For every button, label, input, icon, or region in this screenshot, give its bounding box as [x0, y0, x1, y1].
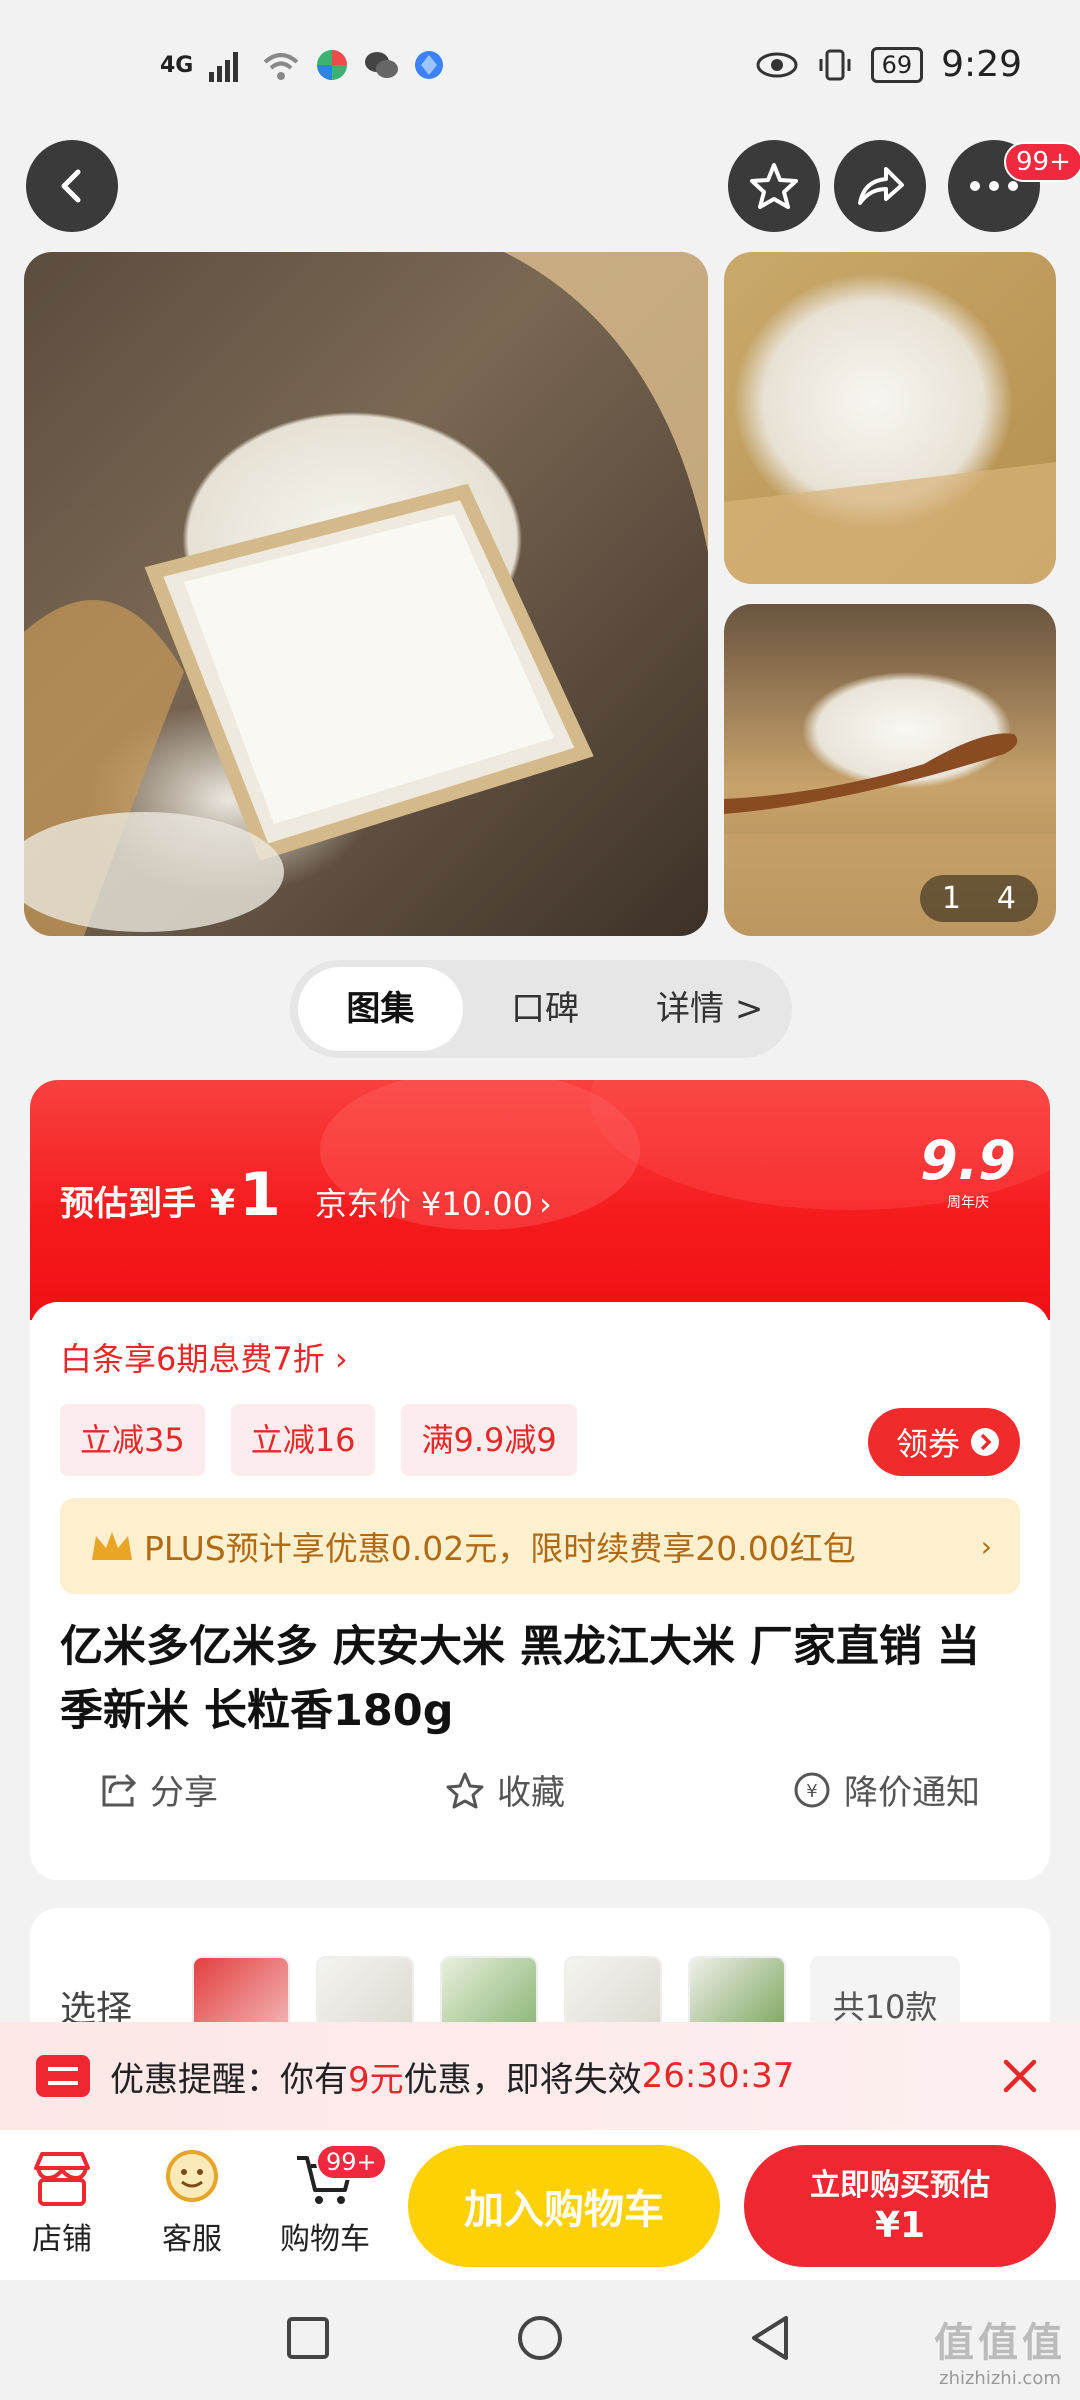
discount-chip[interactable]: 立减35: [60, 1404, 205, 1476]
estimated-price-value: 1: [239, 1160, 281, 1230]
price-alert-action[interactable]: ¥ 降价通知: [752, 1765, 1020, 1814]
battery-indicator: 69: [870, 46, 924, 83]
main-product-image[interactable]: [24, 252, 708, 936]
store-icon: [34, 2152, 90, 2206]
currency-symbol: ¥: [210, 1183, 236, 1224]
collect-label: 收藏: [497, 1773, 565, 1813]
product-actions: 分享 收藏 ¥ 降价通知: [60, 1765, 1020, 1814]
buy-now-button[interactable]: 立即购买预估 ¥1: [744, 2145, 1056, 2267]
cart-label: 购物车: [280, 2222, 370, 2257]
app-notification-icon: [317, 50, 348, 80]
plus-member-bar[interactable]: PLUS预计享优惠0.02元，限时续费享20.00红包 ›: [60, 1498, 1020, 1594]
watermark-logo: 值值值: [934, 2320, 1066, 2366]
wifi-icon: [264, 53, 299, 80]
share-button[interactable]: [834, 140, 926, 232]
collect-action[interactable]: 收藏: [405, 1765, 605, 1814]
estimated-price-label: 预估到手: [60, 1184, 196, 1224]
chevron-left-icon: [61, 169, 81, 203]
system-nav-bar: 值值值 zhizhizhi.com: [0, 2280, 1080, 2400]
close-icon[interactable]: [1002, 2058, 1038, 2094]
svg-text:¥: ¥: [806, 1781, 817, 1802]
plus-arrow: ›: [980, 1529, 992, 1563]
discount-chip[interactable]: 立减16: [230, 1404, 376, 1476]
home-icon[interactable]: [516, 2314, 564, 2362]
share-square-icon: [102, 1773, 137, 1806]
status-left-icons: 4G: [160, 48, 445, 82]
chevron-right-circle-icon: [971, 1428, 999, 1456]
watermark-text: zhizhizhi.com: [939, 2368, 1061, 2389]
reminder-amount: 9元: [348, 2059, 404, 2100]
product-thumbnail-2[interactable]: 1 4: [724, 604, 1056, 936]
share-icon: [858, 167, 904, 205]
rice-closeup-illustration: [724, 462, 1056, 584]
cart-badge: 99+: [316, 2144, 387, 2180]
back-button[interactable]: [26, 140, 118, 232]
buy-now-label: 立即购买预估: [810, 2168, 990, 2203]
more-dots-icon: [970, 181, 1018, 191]
wechat-icon: [365, 52, 399, 78]
service-icon: [166, 2150, 218, 2202]
store-button[interactable]: 店铺: [30, 2148, 94, 2258]
star-icon: [750, 163, 798, 209]
browser-icon: [415, 51, 444, 79]
signal-bars-icon: [209, 52, 239, 82]
reminder-countdown: 26:30:37: [641, 2056, 795, 2096]
reminder-suffix: 优惠，即将失效: [403, 2059, 642, 2100]
jd-price[interactable]: 京东价 ¥10.00: [315, 1179, 533, 1225]
signal-icon: 4G: [160, 52, 194, 78]
product-thumbnail-1[interactable]: [724, 252, 1056, 584]
add-to-cart-button[interactable]: 加入购物车: [408, 2145, 720, 2267]
price-alert-label: 降价通知: [844, 1773, 980, 1813]
back-nav-icon[interactable]: [748, 2314, 792, 2362]
discount-chips: 立减35 立减16 满9.9减9: [60, 1404, 577, 1476]
status-right-icons: 69 9:29: [755, 44, 1022, 85]
product-title: 亿米多亿米多 庆安大米 黑龙江大米 厂家直销 当季新米 长粒香180g: [60, 1622, 980, 1736]
tab-details[interactable]: 详情 >: [627, 967, 792, 1051]
eye-icon: [756, 52, 798, 77]
rice-tray-illustration: [24, 252, 708, 936]
get-coupon-label: 领券: [895, 1425, 960, 1463]
discount-chip[interactable]: 满9.9减9: [401, 1404, 577, 1476]
recent-apps-icon[interactable]: [286, 2316, 330, 2360]
customer-service-button[interactable]: 客服: [160, 2148, 224, 2258]
price-card: 预估到手 ¥ 1 京东价 ¥10.00 › 9.9 周年庆 白条享6期息费7折 …: [30, 1080, 1050, 1880]
coupon-icon: [36, 2055, 90, 2097]
store-label: 店铺: [32, 2222, 92, 2257]
media-tabs: 图集 口碑 详情 >: [290, 960, 792, 1058]
image-counter: 1 4: [919, 875, 1038, 922]
crown-icon: [92, 1532, 132, 1560]
tab-gallery[interactable]: 图集: [298, 967, 463, 1051]
tab-reviews[interactable]: 口碑: [463, 967, 628, 1051]
promo-logo: 9.9 周年庆: [908, 1130, 1028, 1220]
get-coupon-button[interactable]: 领券: [867, 1408, 1020, 1476]
watermark: 值值值 zhizhizhi.com: [934, 2310, 1066, 2389]
image-counter-total: 4: [996, 881, 1016, 916]
status-bar: 4G 69 9:29: [0, 0, 1080, 136]
reminder-prefix: 优惠提醒：你有: [110, 2059, 348, 2100]
more-badge: 99+: [1004, 142, 1080, 182]
favorite-button[interactable]: [728, 140, 820, 232]
customer-service-label: 客服: [162, 2222, 222, 2257]
price-banner: 预估到手 ¥ 1 京东价 ¥10.00 › 9.9 周年庆: [30, 1080, 1050, 1320]
share-action[interactable]: 分享: [60, 1765, 258, 1814]
discount-reminder-bar[interactable]: 优惠提醒：你有 9元 优惠，即将失效 26:30:37: [0, 2022, 1080, 2138]
baitiao-offer[interactable]: 白条享6期息费7折 ›: [60, 1334, 348, 1380]
promo-logo-number: 9.9: [920, 1129, 1016, 1192]
image-counter-current: 1: [941, 881, 961, 916]
plus-offer-text: PLUS预计享优惠0.02元，限时续费享20.00红包: [144, 1529, 856, 1568]
jd-price-arrow: ›: [538, 1185, 552, 1223]
star-outline-icon: [446, 1772, 484, 1808]
share-label: 分享: [150, 1773, 218, 1813]
buy-now-price: ¥1: [874, 2205, 926, 2246]
clock: 9:29: [941, 44, 1022, 85]
price-row: 预估到手 ¥ 1 京东价 ¥10.00 ›: [60, 1160, 552, 1230]
vibrate-icon: [819, 49, 851, 80]
promo-logo-sub: 周年庆: [947, 1195, 989, 1211]
price-drop-icon: ¥: [794, 1772, 830, 1807]
